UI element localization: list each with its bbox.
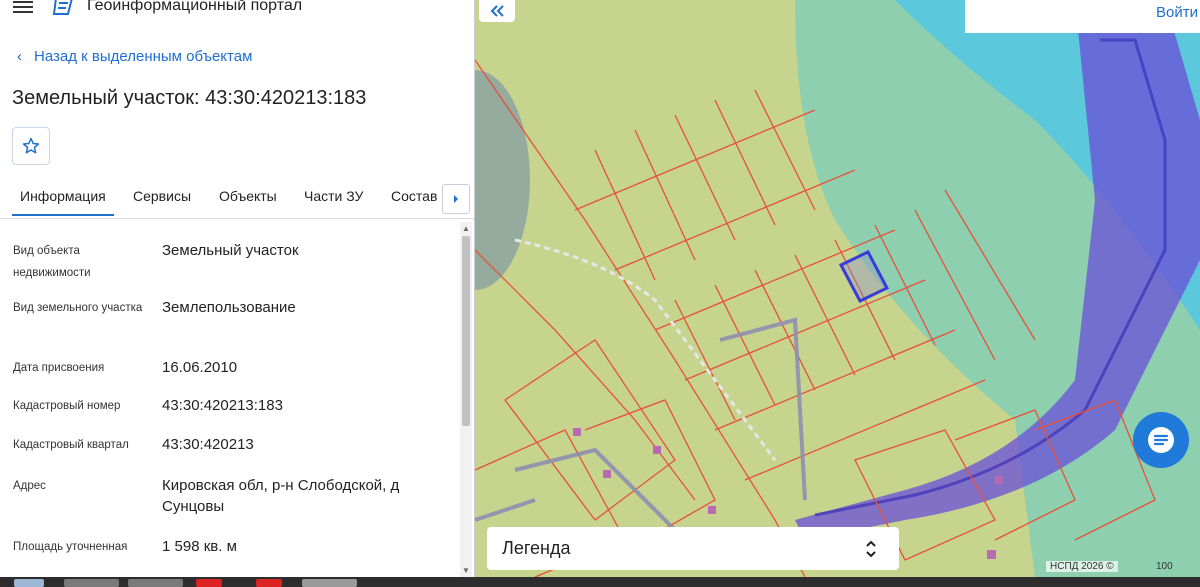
info-value: Землепользование: [162, 299, 296, 316]
info-label: Площадь уточненная: [13, 541, 128, 553]
tab-bar: Информация Сервисы Объекты Части ЗУ Сост…: [0, 178, 474, 219]
chevron-left-icon: ‹: [17, 48, 22, 65]
info-value: 43:30:420213: [162, 436, 254, 453]
top-bar: Геоинформационный портал: [0, 0, 474, 22]
info-label: Вид земельного участка: [13, 302, 143, 314]
legend-label: Легенда: [502, 538, 571, 558]
scrollbar-thumb[interactable]: [462, 236, 470, 426]
chat-button[interactable]: [1133, 412, 1189, 468]
map-layers: [475, 0, 1200, 577]
favorite-button[interactable]: [12, 127, 50, 165]
taskbar-item[interactable]: [256, 579, 282, 587]
map-canvas[interactable]: [475, 0, 1200, 577]
os-taskbar: [0, 577, 1200, 587]
info-value: 1 598 кв. м: [162, 538, 237, 555]
back-link[interactable]: ‹ Назад к выделенным объектам: [17, 48, 252, 65]
app-title: Геоинформационный портал: [87, 0, 303, 14]
chevron-right-icon: [454, 195, 458, 203]
page-title: Земельный участок: 43:30:420213:183: [12, 87, 367, 109]
scroll-down-icon[interactable]: ▼: [462, 566, 470, 575]
chat-icon: [1148, 427, 1174, 453]
info-list: Вид объекта недвижимости Земельный участ…: [0, 228, 458, 577]
map-scale: 100: [1156, 561, 1173, 572]
info-panel: Геоинформационный портал ‹ Назад к выделе…: [0, 0, 475, 577]
info-value: 43:30:420213:183: [162, 397, 283, 414]
panel-scrollbar[interactable]: ▲ ▼: [460, 222, 472, 577]
tab-composition[interactable]: Состав: [391, 188, 437, 204]
info-value: Кировская обл, р-н Слободской, д Сунцовы: [162, 477, 400, 515]
info-label: Кадастровый квартал: [13, 439, 129, 451]
taskbar-item[interactable]: [64, 579, 119, 587]
tabs-scroll-right-button[interactable]: [442, 184, 470, 214]
info-label: Дата присвоения: [13, 362, 105, 374]
info-value: Земельный участок: [162, 242, 299, 259]
tab-parts[interactable]: Части ЗУ: [304, 188, 363, 204]
info-label: Кадастровый номер: [13, 400, 121, 412]
star-icon: [22, 137, 40, 154]
collapse-panel-button[interactable]: [479, 0, 515, 22]
portal-logo-icon: [52, 0, 73, 15]
tab-services[interactable]: Сервисы: [133, 188, 191, 204]
info-label: Вид объекта недвижимости: [13, 245, 91, 279]
login-button[interactable]: Войти: [1156, 4, 1198, 21]
taskbar-item[interactable]: [196, 579, 222, 587]
info-value: 16.06.2010: [162, 359, 238, 376]
map-attribution: НСПД 2026 ©: [1046, 561, 1118, 572]
chevron-updown-icon: [866, 540, 876, 558]
taskbar-item[interactable]: [14, 579, 44, 587]
tab-objects[interactable]: Объекты: [219, 188, 277, 204]
taskbar-item[interactable]: [128, 579, 183, 587]
taskbar-item[interactable]: [302, 579, 357, 587]
scroll-up-icon[interactable]: ▲: [462, 224, 470, 233]
double-chevron-left-icon: [490, 5, 504, 17]
back-link-label: Назад к выделенным объектам: [34, 48, 253, 65]
info-label: Адрес: [13, 480, 46, 492]
menu-icon[interactable]: [13, 0, 33, 15]
tab-information[interactable]: Информация: [12, 188, 114, 216]
legend-dropdown[interactable]: Легенда: [487, 527, 899, 570]
